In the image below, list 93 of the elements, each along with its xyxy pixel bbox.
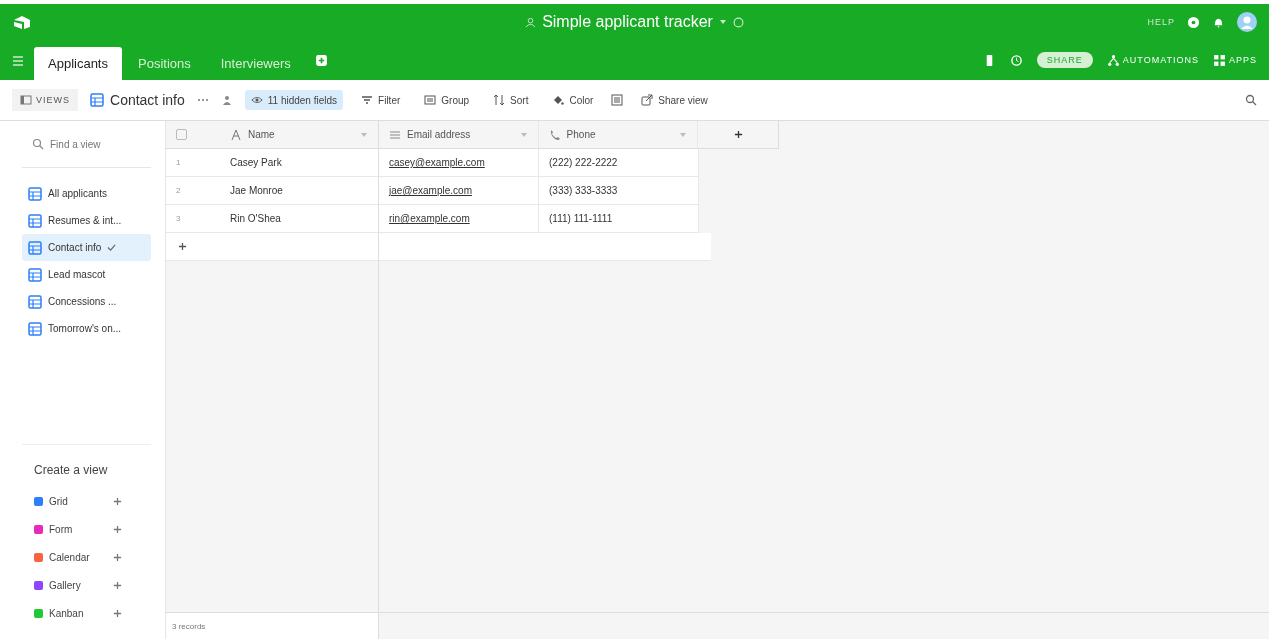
views-button[interactable]: VIEWS bbox=[12, 89, 78, 111]
sidebar-icon bbox=[20, 94, 32, 106]
group-icon bbox=[424, 94, 437, 106]
apps-icon bbox=[1213, 53, 1226, 67]
create-view-item[interactable]: Form bbox=[34, 515, 151, 543]
view-item[interactable]: Lead mascot bbox=[22, 261, 151, 288]
table-tab[interactable]: Applicants bbox=[34, 47, 122, 80]
avatar-icon[interactable] bbox=[1237, 12, 1257, 32]
eye-icon bbox=[250, 94, 263, 106]
view-item[interactable]: Tomorrow's on... bbox=[22, 315, 151, 342]
table-cell: (333) 333-3333 bbox=[549, 185, 618, 196]
check-icon bbox=[107, 243, 117, 252]
share-icon bbox=[641, 94, 654, 106]
view-item[interactable]: Concessions ... bbox=[22, 288, 151, 315]
add-field-icon[interactable] bbox=[733, 130, 743, 139]
email-field-icon bbox=[389, 128, 401, 141]
row-number: 3 bbox=[175, 213, 182, 225]
view-name: Resumes & int... bbox=[48, 215, 122, 226]
create-view-item[interactable]: Kanban bbox=[34, 599, 151, 627]
view-type-name: Form bbox=[49, 523, 74, 535]
column-header[interactable]: Name bbox=[220, 121, 378, 148]
sort-icon bbox=[493, 94, 506, 106]
view-switcher[interactable]: Contact info bbox=[90, 92, 185, 108]
email-link[interactable]: rin@example.com bbox=[389, 213, 470, 224]
view-type-name: Grid bbox=[49, 495, 69, 507]
view-name: All applicants bbox=[48, 188, 107, 199]
filter-button[interactable]: Filter bbox=[355, 90, 407, 110]
caret-icon[interactable] bbox=[718, 18, 727, 26]
caret-icon[interactable] bbox=[360, 130, 368, 139]
color-button[interactable]: Color bbox=[546, 90, 600, 110]
row-height-icon[interactable] bbox=[611, 94, 624, 106]
grid-icon bbox=[28, 267, 42, 282]
view-name: Lead mascot bbox=[48, 269, 106, 280]
caret-icon[interactable] bbox=[679, 130, 688, 139]
plus-icon[interactable] bbox=[113, 580, 122, 590]
hidden-fields-button[interactable]: 11 hidden fields bbox=[244, 90, 344, 110]
text-field-icon bbox=[230, 128, 242, 141]
column-header[interactable]: Email address bbox=[379, 121, 539, 148]
search-icon[interactable] bbox=[1245, 94, 1257, 106]
search-icon bbox=[32, 138, 44, 150]
create-view-heading: Create a view bbox=[34, 463, 109, 477]
table-cell: (222) 222-2222 bbox=[549, 157, 618, 168]
people-icon[interactable] bbox=[220, 94, 233, 106]
grid-icon bbox=[28, 186, 42, 201]
view-type-name: Calendar bbox=[49, 551, 91, 563]
sort-button[interactable]: Sort bbox=[487, 90, 535, 110]
share-view-button[interactable]: Share view bbox=[635, 90, 714, 110]
record-count: 3 records bbox=[166, 613, 379, 639]
table-cell: (111) 111-1111 bbox=[549, 213, 613, 224]
plus-icon[interactable] bbox=[113, 524, 122, 534]
plus-icon[interactable] bbox=[113, 552, 122, 562]
view-item[interactable]: Contact info bbox=[22, 234, 151, 261]
grid-icon bbox=[28, 213, 42, 228]
phone-icon bbox=[548, 128, 561, 141]
caret-icon[interactable] bbox=[519, 130, 528, 139]
create-view-item[interactable]: Grid bbox=[34, 487, 151, 515]
create-view-item[interactable]: Calendar bbox=[34, 543, 151, 571]
view-item[interactable]: All applicants bbox=[22, 180, 151, 207]
people-icon bbox=[525, 16, 537, 28]
table-cell-text: Jae Monroe bbox=[229, 184, 284, 198]
view-name: Tomorrow's on... bbox=[48, 323, 122, 334]
row-number: 1 bbox=[175, 157, 182, 169]
menu-icon[interactable] bbox=[12, 56, 24, 66]
grid-icon bbox=[28, 240, 42, 255]
table-cell-text: Rin O'Shea bbox=[229, 212, 282, 226]
find-view-field[interactable]: Find a view bbox=[50, 138, 150, 150]
view-type-name: Kanban bbox=[49, 607, 85, 619]
column-header[interactable]: Phone bbox=[538, 121, 699, 148]
plus-icon[interactable] bbox=[113, 608, 122, 618]
email-link[interactable]: casey@example.com bbox=[389, 157, 485, 168]
add-table-icon[interactable] bbox=[314, 54, 328, 67]
paint-bucket-icon bbox=[552, 94, 565, 106]
create-view-item[interactable]: Gallery bbox=[34, 571, 151, 599]
grid-icon bbox=[90, 93, 104, 107]
info-icon[interactable] bbox=[732, 16, 744, 28]
view-item[interactable]: Resumes & int... bbox=[22, 207, 151, 234]
row-number: 2 bbox=[175, 185, 182, 197]
filter-icon bbox=[361, 94, 374, 106]
view-name: Concessions ... bbox=[48, 296, 117, 307]
plus-icon[interactable] bbox=[113, 496, 122, 506]
view-type-name: Gallery bbox=[49, 579, 82, 591]
history-icon[interactable] bbox=[1009, 53, 1023, 67]
view-name: Contact info bbox=[48, 242, 102, 253]
table-cell-text: Casey Park bbox=[229, 156, 283, 170]
grid-icon bbox=[28, 294, 42, 309]
add-row-icon[interactable] bbox=[178, 242, 187, 251]
group-button[interactable]: Group bbox=[418, 90, 476, 110]
automations-icon bbox=[1106, 53, 1120, 67]
select-all-checkbox[interactable] bbox=[176, 129, 187, 140]
help-icon[interactable] bbox=[1187, 15, 1200, 29]
logo-icon[interactable] bbox=[12, 14, 32, 30]
email-link[interactable]: jae@example.com bbox=[389, 185, 472, 196]
grid-icon bbox=[28, 321, 42, 336]
